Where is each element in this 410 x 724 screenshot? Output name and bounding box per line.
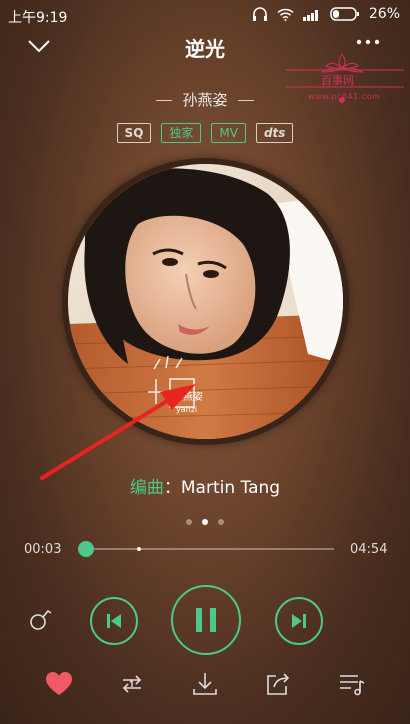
prev-button[interactable] (90, 597, 138, 645)
progress-track[interactable] (82, 548, 334, 550)
share-icon[interactable] (264, 671, 292, 697)
lyric-line: 编曲：Martin Tang (0, 473, 410, 498)
playlist-icon[interactable] (338, 671, 366, 697)
download-icon[interactable] (191, 671, 219, 697)
repeat-icon[interactable] (118, 671, 146, 697)
progress-knob[interactable] (78, 541, 94, 557)
page-dot[interactable] (186, 519, 192, 525)
prev-icon (107, 614, 121, 628)
page-dot-active[interactable] (202, 519, 208, 525)
time-total: 04:54 (350, 542, 388, 557)
composer-separator: ： (163, 478, 181, 498)
pause-button[interactable] (171, 585, 241, 655)
page-dot[interactable] (218, 519, 224, 525)
next-icon (292, 614, 306, 628)
page-indicator[interactable] (0, 519, 410, 525)
composer-value: Martin Tang (180, 478, 281, 498)
buffer-marker (137, 547, 141, 551)
lyric-icon[interactable] (26, 606, 54, 634)
heart-icon[interactable] (45, 671, 73, 697)
next-button[interactable] (275, 597, 323, 645)
time-elapsed: 00:03 (24, 542, 62, 557)
composer-label: 编曲 (129, 478, 164, 498)
pause-icon (196, 608, 216, 632)
